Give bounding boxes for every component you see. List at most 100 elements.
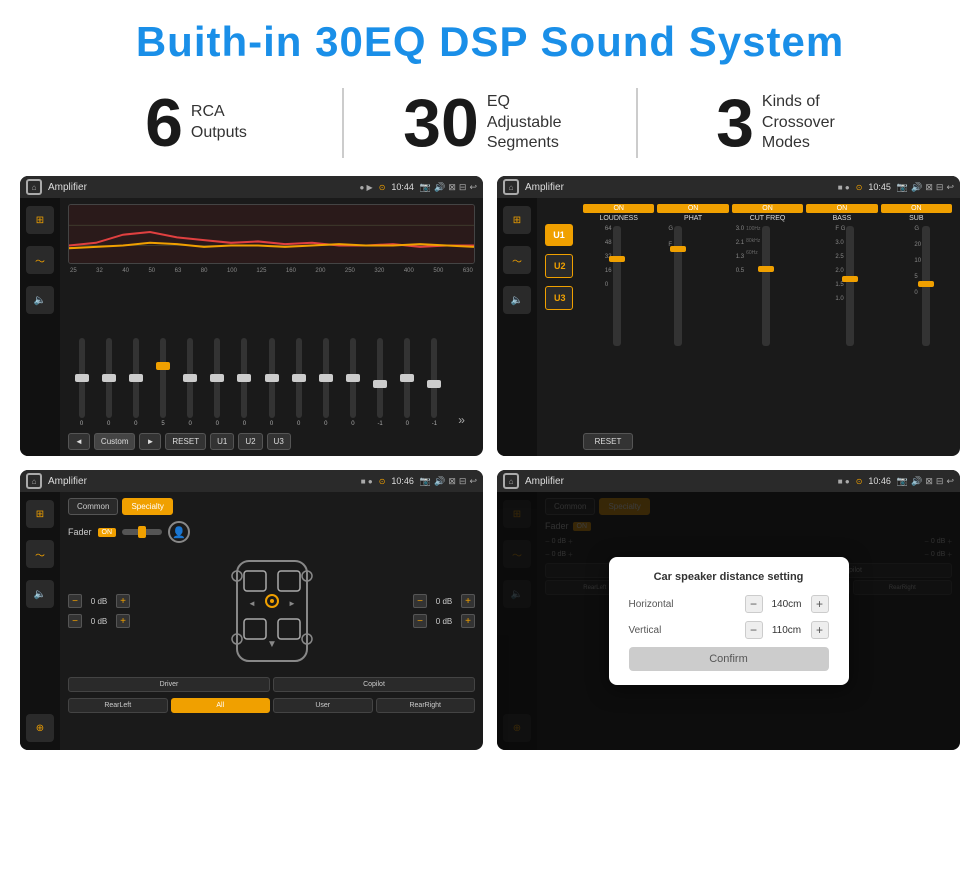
nav-user[interactable]: User bbox=[273, 698, 373, 713]
slider-10: 0 bbox=[341, 338, 364, 427]
u2-btn[interactable]: U2 bbox=[545, 254, 573, 278]
vol-fr-val: 0 dB bbox=[430, 597, 458, 606]
vol-rl-plus[interactable]: + bbox=[116, 614, 130, 628]
crossover-wave-btn[interactable]: 〜 bbox=[503, 246, 531, 274]
screen3-body: ⊞ 〜 🔈 ⊕ Common Specialty Fader ON bbox=[20, 492, 483, 750]
nav-copilot[interactable]: Copilot bbox=[273, 677, 475, 692]
cutfreq-on: ON bbox=[732, 204, 803, 213]
statusbar-crossover-title: Amplifier bbox=[525, 182, 832, 193]
fader-thumb bbox=[138, 526, 146, 538]
vol-rl-minus[interactable]: − bbox=[68, 614, 82, 628]
stat-number-rca: 6 bbox=[145, 89, 183, 157]
nav-rearright[interactable]: RearRight bbox=[376, 698, 476, 713]
speaker-layout: − 0 dB + − 0 dB + bbox=[68, 551, 475, 671]
fader-slider[interactable] bbox=[122, 529, 162, 535]
dot-icon-3: ■ ● bbox=[361, 477, 373, 486]
statusbar-dialog-time: 10:46 bbox=[868, 476, 891, 486]
stat-number-crossover: 3 bbox=[716, 89, 754, 157]
crossover-main-area: U1 U2 U3 ON LOUDNESS ON bbox=[537, 198, 960, 456]
ch-sub: G201050 bbox=[893, 226, 953, 427]
speaker-filter-btn[interactable]: ⊞ bbox=[26, 500, 54, 528]
eq-wave-btn[interactable]: 〜 bbox=[26, 246, 54, 274]
u1-btn[interactable]: U1 bbox=[545, 224, 573, 246]
vol-fr-minus[interactable]: − bbox=[413, 594, 427, 608]
vol-rr-plus[interactable]: + bbox=[461, 614, 475, 628]
vol-rr-minus[interactable]: − bbox=[413, 614, 427, 628]
eq-custom-btn[interactable]: Custom bbox=[94, 433, 136, 450]
vol-row-fl: − 0 dB + bbox=[68, 594, 130, 608]
vol-fl-minus[interactable]: − bbox=[68, 594, 82, 608]
svg-text:◄: ◄ bbox=[248, 599, 256, 608]
tab-common[interactable]: Common bbox=[68, 498, 118, 515]
u3-btn[interactable]: U3 bbox=[545, 286, 573, 310]
speaker-expand-btn[interactable]: ⊕ bbox=[26, 714, 54, 742]
screen-crossover: ⌂ Amplifier ■ ● ⊙ 10:45 📷 🔊 ⊠ ⊟ ↩ ⊞ 〜 🔈 bbox=[497, 176, 960, 456]
crossover-left-sidebar: ⊞ 〜 🔈 bbox=[497, 198, 537, 456]
stat-crossover: 3 Kinds ofCrossover Modes bbox=[648, 89, 920, 157]
screen2-body: ⊞ 〜 🔈 U1 U2 U3 ON LOU bbox=[497, 198, 960, 456]
speaker-channel-btn[interactable]: 🔈 bbox=[26, 580, 54, 608]
u-buttons: U1 U2 U3 bbox=[545, 204, 573, 450]
eq-prev-btn[interactable]: ◄ bbox=[68, 433, 90, 450]
vol-row-fr: − 0 dB + bbox=[413, 594, 475, 608]
statusbar-speaker-title: Amplifier bbox=[48, 476, 355, 487]
speaker-wave-btn[interactable]: 〜 bbox=[26, 540, 54, 568]
stat-label-crossover: Kinds ofCrossover Modes bbox=[762, 92, 852, 154]
page-wrapper: Buith-in 30EQ DSP Sound System 6 RCAOutp… bbox=[0, 0, 980, 760]
dialog-vertical-minus[interactable]: − bbox=[745, 621, 763, 639]
speaker-bottom-nav: Driver Copilot bbox=[68, 677, 475, 692]
vol-fr-plus[interactable]: + bbox=[461, 594, 475, 608]
phat-on: ON bbox=[657, 204, 728, 213]
tab-specialty[interactable]: Specialty bbox=[122, 498, 172, 515]
car-diagram-svg: ▼ ◄ ► bbox=[222, 551, 322, 671]
status-icons-eq: 📷 🔊 ⊠ ⊟ ↩ bbox=[420, 182, 477, 193]
vol-rr-val: 0 dB bbox=[430, 617, 458, 626]
channels-area: ON LOUDNESS ON PHAT ON CUT FREQ bbox=[583, 204, 952, 450]
slider-4: 0 bbox=[179, 338, 202, 427]
nav-rearleft[interactable]: RearLeft bbox=[68, 698, 168, 713]
crossover-sliders: 644832160 GF bbox=[583, 226, 952, 427]
home-icon-2[interactable]: ⌂ bbox=[503, 179, 519, 195]
slider-expand[interactable]: » bbox=[450, 413, 473, 427]
eq-filter-btn[interactable]: ⊞ bbox=[26, 206, 54, 234]
eq-u3-btn[interactable]: U3 bbox=[267, 433, 291, 450]
vol-fl-plus[interactable]: + bbox=[116, 594, 130, 608]
slider-5: 0 bbox=[206, 338, 229, 427]
eq-sliders: 0 0 0 5 0 0 0 0 0 0 0 -1 0 -1 bbox=[68, 280, 475, 427]
crossover-speaker-btn[interactable]: 🔈 bbox=[503, 286, 531, 314]
eq-speaker-btn[interactable]: 🔈 bbox=[26, 286, 54, 314]
eq-u1-btn[interactable]: U1 bbox=[210, 433, 234, 450]
eq-left-sidebar: ⊞ 〜 🔈 bbox=[20, 198, 60, 456]
home-icon-3[interactable]: ⌂ bbox=[26, 473, 42, 489]
eq-u2-btn[interactable]: U2 bbox=[238, 433, 262, 450]
vol-fl-val: 0 dB bbox=[85, 597, 113, 606]
stat-divider-2 bbox=[636, 88, 638, 158]
home-icon-4[interactable]: ⌂ bbox=[503, 473, 519, 489]
dialog-confirm-button[interactable]: Confirm bbox=[629, 647, 829, 671]
screens-grid: ⌂ Amplifier ● ▶ ⊙ 10:44 📷 🔊 ⊠ ⊟ ↩ ⊞ 〜 bbox=[0, 176, 980, 760]
speaker-bottom-nav2: RearLeft All User RearRight bbox=[68, 698, 475, 713]
dialog-row-horizontal: Horizontal − 140cm + bbox=[629, 595, 829, 613]
dialog-horizontal-plus[interactable]: + bbox=[811, 595, 829, 613]
ch-bass: F G 3.02.52.01.51.0 bbox=[800, 226, 889, 427]
ch-phat: GF bbox=[646, 226, 706, 427]
nav-all[interactable]: All bbox=[171, 698, 271, 713]
crossover-reset-btn[interactable]: RESET bbox=[583, 433, 633, 450]
left-volumes: − 0 dB + − 0 dB + bbox=[68, 594, 130, 628]
status-icons-crossover: 📷 🔊 ⊠ ⊟ ↩ bbox=[897, 182, 954, 193]
eq-reset-btn[interactable]: RESET bbox=[165, 433, 206, 450]
statusbar-dialog: ⌂ Amplifier ■ ● ⊙ 10:46 📷 🔊 ⊠ ⊟ ↩ bbox=[497, 470, 960, 492]
crossover-filter-btn[interactable]: ⊞ bbox=[503, 206, 531, 234]
home-icon[interactable]: ⌂ bbox=[26, 179, 42, 195]
slider-7: 0 bbox=[260, 338, 283, 427]
statusbar-eq: ⌂ Amplifier ● ▶ ⊙ 10:44 📷 🔊 ⊠ ⊟ ↩ bbox=[20, 176, 483, 198]
dialog-overlay: Car speaker distance setting Horizontal … bbox=[497, 492, 960, 750]
dialog-horizontal-minus[interactable]: − bbox=[745, 595, 763, 613]
dot-icon-4: ■ ● bbox=[838, 477, 850, 486]
loudness-on: ON bbox=[583, 204, 654, 213]
stat-label-eq: EQ AdjustableSegments bbox=[487, 92, 577, 154]
dialog-vertical-plus[interactable]: + bbox=[811, 621, 829, 639]
statusbar-eq-time: 10:44 bbox=[391, 182, 414, 192]
eq-play-btn[interactable]: ► bbox=[139, 433, 161, 450]
nav-driver[interactable]: Driver bbox=[68, 677, 270, 692]
